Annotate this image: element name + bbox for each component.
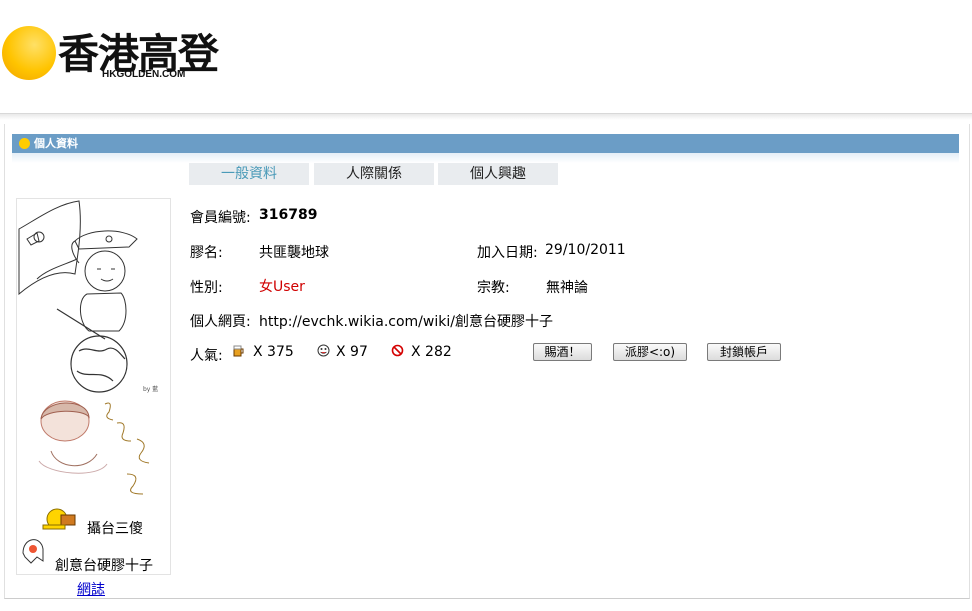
join-date-label: 加入日期: (477, 245, 538, 261)
religion-value: 無神論 (546, 280, 588, 296)
name-label: 膠名: (190, 245, 223, 261)
emoticon-camera-icon (42, 508, 76, 530)
site-logo[interactable]: 香港高登 HKGOLDEN.COM (0, 18, 220, 88)
section-header: 個人資料 (12, 134, 959, 153)
emoticon-ghost-icon (22, 539, 44, 564)
avatar-caption-2: 創意台硬膠十子 (55, 558, 153, 574)
beer-icon (233, 345, 244, 357)
ban-icon (391, 344, 404, 357)
member-id-label: 會員編號: (190, 210, 251, 226)
blog-link[interactable]: 網誌 (77, 579, 105, 599)
section-title: 個人資料 (34, 137, 78, 150)
gift-wine-button[interactable]: 賜酒！ (533, 343, 592, 361)
section-header-shade (12, 153, 959, 163)
logo-english-text: HKGOLDEN.COM (102, 69, 186, 80)
smiley-icon (317, 344, 330, 357)
homepage-value: http://evchk.wikia.com/wiki/創意台硬膠十子 (259, 314, 553, 330)
tab-interests[interactable]: 個人興趣 (438, 163, 558, 185)
block-account-button[interactable]: 封鎖帳戶 (707, 343, 781, 361)
member-id-value: 316789 (259, 207, 318, 223)
tab-relationships[interactable]: 人際關係 (314, 163, 434, 185)
face-sketch-icon (38, 400, 150, 495)
svg-text:by 藍: by 藍 (143, 385, 158, 393)
avatar-caption-1: 攝台三傻 (87, 521, 143, 537)
header-divider (0, 113, 972, 120)
signature-image-panel: by 藍 攝台三傻 創意台硬膠十子 (16, 198, 171, 575)
gender-value: 女User (259, 279, 305, 295)
popularity-ban-count: X 282 (411, 344, 452, 360)
popularity-label: 人氣: (190, 348, 223, 364)
homepage-label: 個人網頁: (190, 314, 251, 330)
bullet-icon (19, 138, 30, 149)
religion-label: 宗教: (477, 280, 510, 296)
join-date-value: 29/10/2011 (545, 242, 626, 258)
soldier-character-icon (71, 230, 138, 332)
popularity-smiley-count: X 97 (336, 344, 368, 360)
tab-general-info[interactable]: 一般資料 (189, 163, 309, 185)
popularity-beer-count: X 375 (253, 344, 294, 360)
gender-label: 性別: (190, 280, 223, 296)
give-plastic-button[interactable]: 派膠<:o) (613, 343, 687, 361)
logo-sun-icon (2, 26, 56, 80)
globe-sketch-icon (56, 308, 128, 393)
flag-sketch-icon (18, 200, 81, 296)
name-value: 共匪襲地球 (259, 245, 329, 261)
